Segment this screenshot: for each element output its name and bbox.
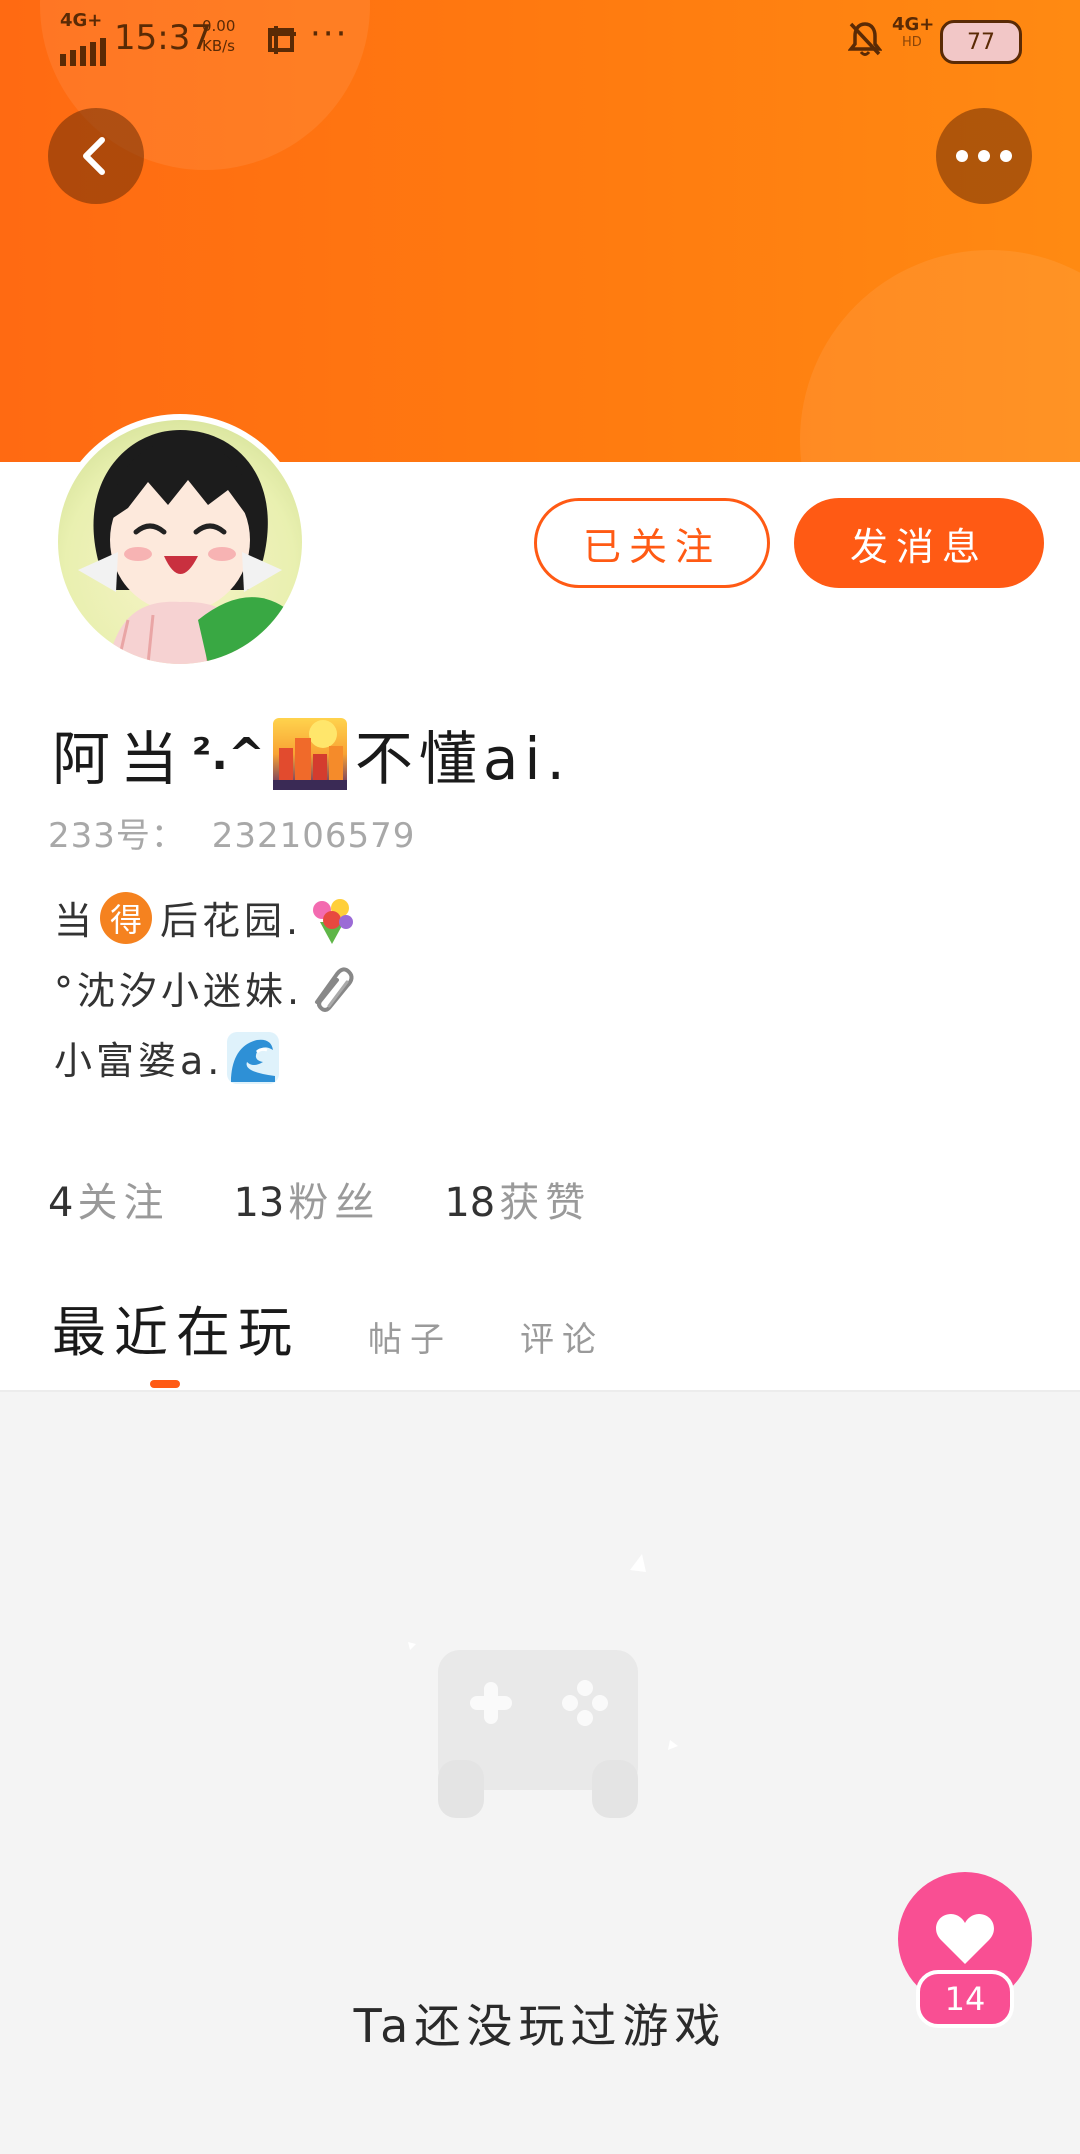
paperclip-emoji-icon: [307, 962, 359, 1014]
likes-stat[interactable]: 18 获赞: [444, 1170, 591, 1228]
name-part-1: 阿当: [52, 725, 189, 793]
profile-stats: 4 关注 13 粉丝 18 获赞: [48, 1170, 591, 1228]
tab-indicator: [150, 1380, 180, 1388]
divider: [0, 1390, 1080, 1392]
user-id: 233号： 232106579: [48, 808, 415, 857]
bouquet-emoji-icon: [306, 892, 358, 944]
send-message-button[interactable]: 发消息: [794, 498, 1044, 588]
like-count: 14: [916, 1970, 1014, 2028]
more-dots-icon: [956, 150, 1012, 162]
followers-label: 粉丝: [288, 1180, 381, 1226]
signal-left: 4G+: [60, 10, 106, 66]
status-bar: 4G+ 15:37 0.00 KB/s ··· 4G+ HD 77: [0, 0, 1080, 80]
likes-label: 获赞: [499, 1180, 592, 1226]
user-id-value: 232106579: [211, 816, 416, 856]
name-part-2: ².^: [192, 728, 265, 780]
likes-count: 18: [444, 1180, 496, 1226]
clock: 15:37: [114, 18, 212, 58]
more-options-button[interactable]: [936, 108, 1032, 204]
bio-line-2-text: °沈汐小迷妹.: [54, 969, 304, 1013]
tab-comments[interactable]: 评论: [520, 1312, 604, 1361]
profile-name: 阿当 ².^ 不懂ai.: [52, 712, 571, 796]
avatar-image: [58, 420, 302, 664]
net-speed-value: 0.00: [202, 17, 236, 35]
back-button[interactable]: [48, 108, 144, 204]
following-label: 关注: [77, 1180, 170, 1226]
network-type-left: 4G+: [60, 10, 103, 31]
net-speed: 0.00 KB/s: [202, 16, 235, 56]
de-badge: 得: [100, 891, 153, 944]
more-notifications-icon: ···: [310, 14, 349, 54]
profile-tabs: 最近在玩 帖子 评论: [52, 1288, 604, 1367]
heart-icon: [936, 1914, 994, 1964]
tab-recently-played[interactable]: 最近在玩: [52, 1288, 300, 1367]
signal-bars-icon: [60, 30, 106, 66]
avatar[interactable]: [52, 414, 308, 670]
gamepad-icon: [380, 1540, 700, 1824]
bio-line-3-text: 小富婆a.: [54, 1039, 224, 1083]
screenshot-icon: [266, 24, 298, 56]
followed-button[interactable]: 已关注: [534, 498, 770, 588]
bio-line-3: 小富婆a.: [54, 1030, 283, 1085]
following-count: 4: [48, 1180, 74, 1226]
network-type-right: 4G+: [892, 14, 935, 35]
wave-emoji-icon: [227, 1031, 280, 1084]
bio-line-1: 当 得 后花园.: [54, 890, 362, 945]
bio-line-1-end: 后花园.: [160, 899, 303, 943]
name-part-3: 不懂ai.: [354, 725, 571, 793]
cityscape-emoji-icon: [272, 718, 347, 790]
signal-right: 4G+ HD: [892, 16, 934, 52]
battery-level: 77: [940, 20, 1022, 64]
user-id-label: 233号：: [48, 816, 186, 856]
followers-stat[interactable]: 13 粉丝: [233, 1170, 380, 1228]
mute-bell-icon: [848, 20, 882, 58]
network-hd: HD: [902, 35, 922, 50]
tab-posts[interactable]: 帖子: [368, 1312, 452, 1361]
following-stat[interactable]: 4 关注: [48, 1170, 169, 1228]
net-speed-unit: KB/s: [202, 37, 235, 55]
bio-line-2: °沈汐小迷妹.: [54, 960, 363, 1015]
bio-line-1-start: 当: [54, 899, 93, 943]
battery-indicator: 77: [940, 20, 1022, 64]
followers-count: 13: [233, 1180, 285, 1226]
chevron-left-icon: [83, 137, 105, 175]
